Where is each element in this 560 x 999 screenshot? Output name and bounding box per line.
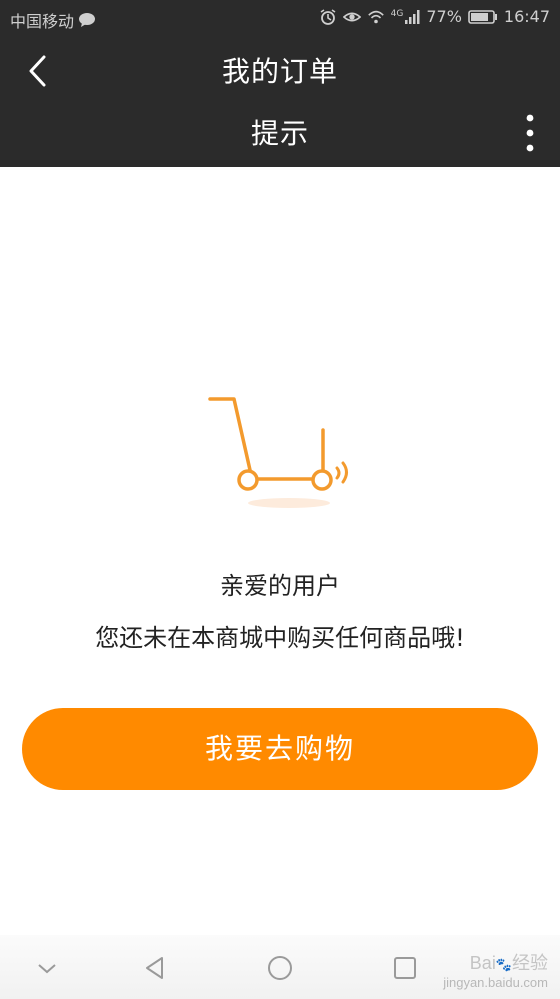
system-nav-bar: Bai🐾经验 jingyan.baidu.com <box>0 935 560 999</box>
nav-back-icon[interactable] <box>140 953 170 983</box>
watermark-paw-icon: 🐾 <box>495 957 512 972</box>
watermark-brand: Bai <box>469 953 496 973</box>
baidu-watermark: Bai🐾经验 jingyan.baidu.com <box>443 949 548 990</box>
eye-icon <box>342 12 361 21</box>
empty-message: 您还未在本商城中购买任何商品哦! <box>95 624 465 652</box>
alarm-icon <box>320 8 336 25</box>
signal-bars-icon <box>405 9 420 24</box>
watermark-site: jingyan.baidu.com <box>443 975 548 990</box>
collapse-chevron-icon[interactable] <box>32 953 62 983</box>
header: 我的订单 提示 <box>0 36 560 167</box>
watermark-sub: 经验 <box>512 953 548 973</box>
status-right: 4G 77% 16:47 <box>319 7 550 26</box>
wifi-icon <box>367 10 384 23</box>
go-shopping-button[interactable]: 我要去购物 <box>22 708 538 790</box>
nav-home-icon[interactable] <box>265 953 295 983</box>
page-title: 我的订单 <box>221 55 338 88</box>
clock: 16:47 <box>503 7 550 26</box>
page-subtitle: 提示 <box>250 117 309 150</box>
empty-cart-icon <box>208 397 348 508</box>
carrier-label: 中国移动 <box>10 12 75 31</box>
network-type: 4G <box>390 8 404 19</box>
status-left: 中国移动 <box>10 8 96 32</box>
signal-icon: 4G <box>391 9 421 25</box>
nav-recents-icon[interactable] <box>390 953 420 983</box>
battery-icon <box>468 9 497 24</box>
more-options-icon[interactable] <box>516 112 544 154</box>
message-icon <box>79 13 96 27</box>
status-bar: 中国移动 4G 77% 16:47 <box>0 0 560 36</box>
empty-greeting: 亲爱的用户 <box>220 572 340 600</box>
battery-percent: 77% <box>426 7 462 26</box>
